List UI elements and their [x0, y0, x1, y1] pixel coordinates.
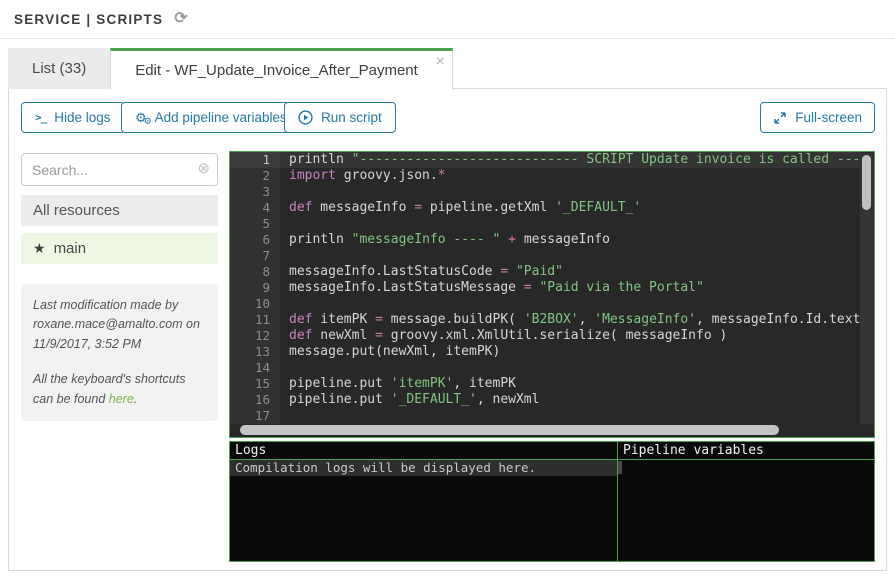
add-pipeline-variables-button[interactable]: ⚙⚙ Add pipeline variables: [121, 102, 301, 133]
line-number: 17: [230, 408, 280, 424]
run-script-label: Run script: [321, 110, 382, 125]
app-window: SERVICE | SCRIPTS ⟳ List (33) Edit - WF_…: [0, 0, 895, 578]
vertical-scrollbar[interactable]: [860, 153, 873, 424]
sidebar-item-all-resources[interactable]: All resources: [21, 195, 218, 226]
expand-icon: [773, 111, 787, 125]
shortcuts-text: All the keyboard's shortcuts can be foun…: [33, 370, 206, 409]
full-screen-button[interactable]: Full-screen: [760, 102, 875, 133]
pipeline-variables-title: Pipeline variables: [618, 442, 874, 460]
line-number: 11: [230, 312, 280, 328]
play-circle-icon: [298, 110, 313, 125]
code-editor[interactable]: 1println "---------------------------- S…: [229, 151, 875, 438]
content-panel: >_ Hide logs ⚙⚙ Add pipeline variables R…: [8, 88, 887, 571]
star-icon: ★: [33, 240, 46, 257]
line-number: 2: [230, 168, 280, 184]
code-line[interactable]: 5: [230, 216, 860, 232]
run-script-button[interactable]: Run script: [284, 102, 396, 133]
horizontal-scrollbar-thumb[interactable]: [240, 425, 779, 435]
search-input[interactable]: [21, 153, 218, 186]
line-number: 4: [230, 200, 280, 216]
line-number: 5: [230, 216, 280, 232]
line-number: 14: [230, 360, 280, 376]
vertical-scrollbar-thumb[interactable]: [862, 155, 871, 210]
top-header: SERVICE | SCRIPTS ⟳: [0, 0, 895, 39]
code-line[interactable]: 4def messageInfo = pipeline.getXml '_DEF…: [230, 200, 860, 216]
code-line[interactable]: 1println "---------------------------- S…: [230, 152, 860, 168]
code-line[interactable]: 17: [230, 408, 860, 424]
line-number: 13: [230, 344, 280, 360]
code-line[interactable]: 7: [230, 248, 860, 264]
line-number: 3: [230, 184, 280, 200]
terminal-icon: >_: [35, 111, 46, 124]
code-line[interactable]: 11def itemPK = message.buildPK( 'B2BOX',…: [230, 312, 860, 328]
code-lines: 1println "---------------------------- S…: [230, 152, 860, 424]
pipeline-variables-panel: Pipeline variables: [617, 441, 875, 562]
console-cursor: [618, 461, 622, 474]
hide-logs-label: Hide logs: [54, 110, 110, 125]
code-line[interactable]: 8messageInfo.LastStatusCode = "Paid": [230, 264, 860, 280]
code-line[interactable]: 10: [230, 296, 860, 312]
sidebar-item-main[interactable]: ★ main: [21, 233, 218, 264]
add-pipeline-variables-label: Add pipeline variables: [155, 110, 287, 125]
bottom-panels: Logs Compilation logs will be displayed …: [229, 441, 875, 562]
code-line[interactable]: 9messageInfo.LastStatusMessage = "Paid v…: [230, 280, 860, 296]
horizontal-scrollbar[interactable]: [231, 424, 873, 436]
line-number: 16: [230, 392, 280, 408]
code-line[interactable]: 16pipeline.put '_DEFAULT_', newXml: [230, 392, 860, 408]
shortcuts-link[interactable]: here: [109, 392, 134, 406]
refresh-icon[interactable]: ⟳: [174, 11, 187, 27]
code-line[interactable]: 3: [230, 184, 860, 200]
sidebar-item-main-label: main: [54, 240, 87, 257]
page-title: SERVICE | SCRIPTS: [14, 12, 163, 27]
logs-panel: Logs Compilation logs will be displayed …: [229, 441, 618, 562]
resources-sidebar: ⊗ All resources ★ main Last modification…: [21, 153, 218, 421]
tab-edit-label: Edit - WF_Update_Invoice_After_Payment: [135, 62, 418, 79]
close-tab-icon[interactable]: ×: [435, 53, 444, 71]
line-number: 7: [230, 248, 280, 264]
line-number: 8: [230, 264, 280, 280]
pipeline-variables-empty-row: [618, 460, 874, 476]
clear-search-icon[interactable]: ⊗: [197, 161, 210, 176]
code-line[interactable]: 15pipeline.put 'itemPK', itemPK: [230, 376, 860, 392]
code-line[interactable]: 14: [230, 360, 860, 376]
code-line[interactable]: 6println "messageInfo ---- " + messageIn…: [230, 232, 860, 248]
line-number: 9: [230, 280, 280, 296]
line-number: 10: [230, 296, 280, 312]
gears-icon: ⚙⚙: [135, 111, 147, 124]
logs-message: Compilation logs will be displayed here.: [230, 460, 617, 476]
search-box: ⊗: [21, 153, 218, 186]
hide-logs-button[interactable]: >_ Hide logs: [21, 102, 125, 133]
tab-bar: List (33) Edit - WF_Update_Invoice_After…: [8, 48, 453, 89]
last-modification-info: Last modification made by roxane.mace@am…: [21, 284, 218, 421]
line-number: 15: [230, 376, 280, 392]
code-line[interactable]: 2import groovy.json.*: [230, 168, 860, 184]
tab-list[interactable]: List (33): [8, 48, 110, 89]
line-number: 1: [230, 152, 280, 168]
logs-panel-title: Logs: [230, 442, 617, 460]
code-line[interactable]: 12def newXml = groovy.xml.XmlUtil.serial…: [230, 328, 860, 344]
line-number: 6: [230, 232, 280, 248]
code-line[interactable]: 13message.put(newXml, itemPK): [230, 344, 860, 360]
tab-edit-script[interactable]: Edit - WF_Update_Invoice_After_Payment ×: [110, 48, 453, 90]
last-modification-text: Last modification made by roxane.mace@am…: [33, 296, 206, 354]
line-number: 12: [230, 328, 280, 344]
full-screen-label: Full-screen: [795, 110, 862, 125]
